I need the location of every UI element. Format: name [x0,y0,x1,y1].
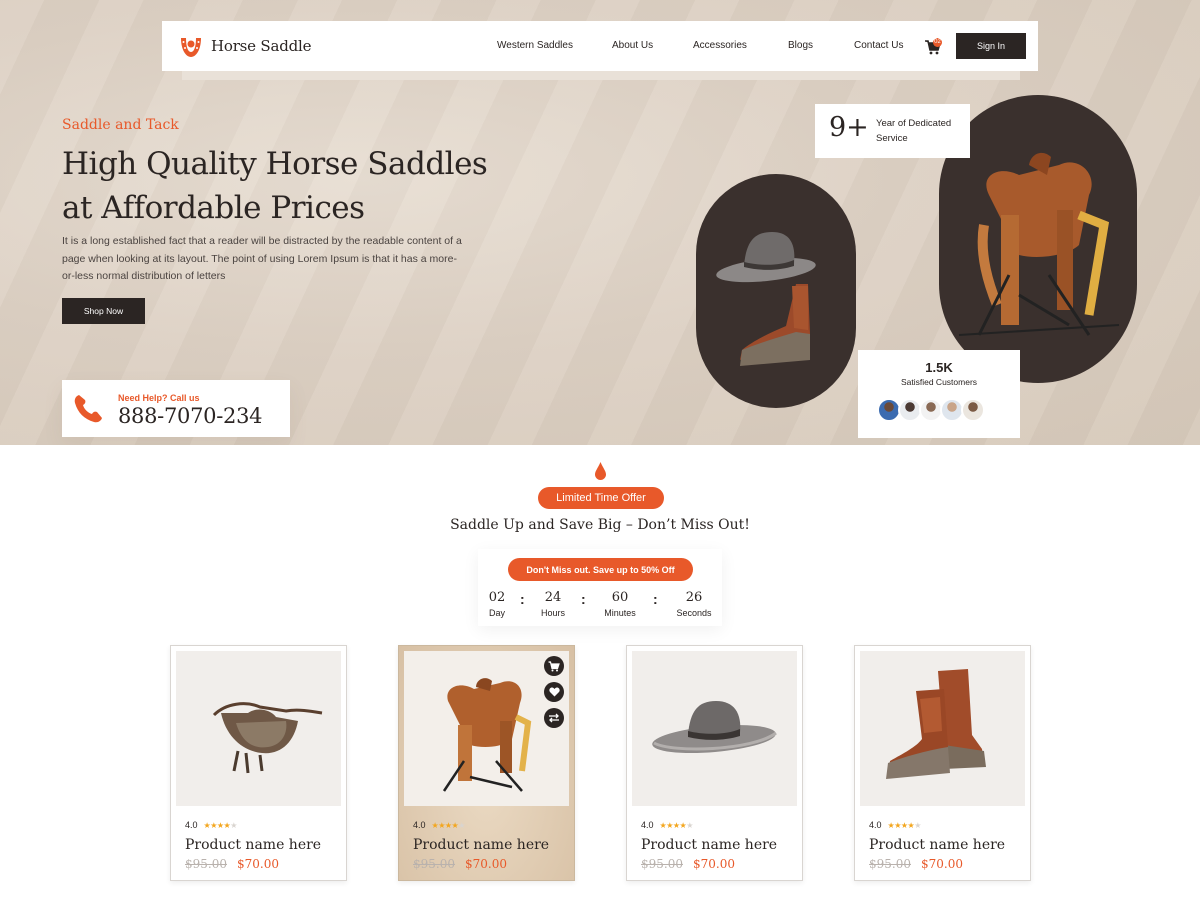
english-saddle-illustration [212,702,323,774]
product-price: $70.00 [693,857,735,871]
star-rating-icon: ★★★★★ [887,820,922,830]
nav-about-us[interactable]: About Us [612,40,693,51]
rating-value: 4.0 [869,820,882,830]
customers-card: 1.5K Satisfied Customers [858,350,1020,438]
phone-icon[interactable] [71,392,105,426]
cart-count-badge: 02 [933,38,942,47]
product-price: $70.00 [921,857,963,871]
cowboy-hat-illustration [652,701,777,754]
nav-links: Western Saddles About Us Accessories Blo… [497,40,924,51]
countdown-value: 26 [685,590,703,605]
countdown-minutes: 60 Minutes [598,590,642,618]
countdown-value: 02 [488,590,506,605]
product-image-cowboy-boots[interactable] [860,651,1025,806]
countdown-label: Day [488,608,505,618]
add-to-cart-icon[interactable] [544,656,564,676]
avatar-group [877,398,985,422]
product-name[interactable]: Product name here [869,837,1005,853]
rating-value: 4.0 [413,820,426,830]
hero-headline: High Quality Horse Saddles at Affordable… [62,142,582,230]
nav-blogs[interactable]: Blogs [788,40,854,51]
countdown-value: 60 [611,590,629,605]
countdown-separator: : [520,591,525,607]
nav-contact-us[interactable]: Contact Us [854,40,924,51]
countdown-separator: : [653,591,658,607]
logo[interactable]: Horse Saddle [177,32,312,60]
product-card[interactable]: 4.0 ★★★★★ Product name here $95.00 $70.0… [626,645,803,881]
cowboy-boots-illustration [886,669,986,779]
brand-name: Horse Saddle [211,37,312,55]
compare-icon[interactable] [544,708,564,728]
experience-text: Year of Dedicated Service [876,118,952,144]
nav-accessories[interactable]: Accessories [693,40,788,51]
discount-banner: Don't Miss out. Save up to 50% Off [508,558,693,581]
countdown-day: 02 Day [482,590,512,618]
customers-number: 1.5K [925,360,953,375]
top-navbar: Horse Saddle Western Saddles About Us Ac… [162,21,1038,71]
countdown-label: Minutes [604,608,636,618]
rating-value: 4.0 [641,820,654,830]
product-name[interactable]: Product name here [641,837,777,853]
countdown-card: Don't Miss out. Save up to 50% Off 02 Da… [478,549,722,626]
avatar [961,398,985,422]
western-saddle-illustration [442,678,532,792]
product-image-cowboy-hat[interactable] [632,651,797,806]
customers-label: Satisfied Customers [900,377,978,387]
product-image-western-saddle[interactable] [404,651,569,806]
product-rating: 4.0 ★★★★★ [869,820,921,830]
countdown-label: Seconds [676,608,712,618]
product-price: $70.00 [237,857,279,871]
product-image-english-saddle[interactable] [176,651,341,806]
experience-number: 9+ [829,112,869,143]
headline-line-2: at Affordable Prices [62,190,365,226]
product-card[interactable]: 4.0 ★★★★★ Product name here $95.00 $70.0… [170,645,347,881]
help-card: Need Help? Call us 888-7070-234 [62,380,290,437]
product-old-price: $95.00 [641,857,683,871]
countdown-label: Hours [540,608,565,618]
product-name[interactable]: Product name here [185,837,321,853]
offer-title: Saddle Up and Save Big – Don’t Miss Out! [450,517,750,533]
help-label: Need Help? Call us [118,393,200,403]
countdown-separator: : [581,591,586,607]
phone-number[interactable]: 888-7070-234 [118,404,263,428]
countdown-hours: 24 Hours [536,590,570,618]
product-rating: 4.0 ★★★★★ [185,820,237,830]
sign-in-button[interactable]: Sign In [956,33,1026,59]
countdown-value: 24 [544,590,562,605]
hero-description: It is a long established fact that a rea… [62,235,462,282]
product-price: $70.00 [465,857,507,871]
star-rating-icon: ★★★★★ [659,820,694,830]
shop-now-button[interactable]: Shop Now [62,298,145,324]
product-name[interactable]: Product name here [413,837,549,853]
product-card[interactable]: 4.0 ★★★★★ Product name here $95.00 $70.0… [398,645,575,881]
product-old-price: $95.00 [869,857,911,871]
hat-boots-image [696,174,856,408]
rating-value: 4.0 [185,820,198,830]
star-rating-icon: ★★★★★ [203,820,238,830]
experience-card: 9+ Year of Dedicated Service [815,104,970,158]
hero-section: Horse Saddle Western Saddles About Us Ac… [0,0,1200,445]
product-old-price: $95.00 [185,857,227,871]
star-rating-icon: ★★★★★ [431,820,466,830]
horseshoe-logo-icon [181,38,201,57]
nav-western-saddles[interactable]: Western Saddles [497,40,612,51]
countdown-seconds: 26 Seconds [672,590,716,618]
headline-line-1: High Quality Horse Saddles [62,146,488,182]
product-rating: 4.0 ★★★★★ [641,820,693,830]
product-rating: 4.0 ★★★★★ [413,820,465,830]
product-card[interactable]: 4.0 ★★★★★ Product name here $95.00 $70.0… [854,645,1031,881]
drop-icon [595,462,606,480]
heart-icon[interactable] [544,682,564,702]
limited-offer-tag: Limited Time Offer [538,487,664,509]
product-old-price: $95.00 [413,857,455,871]
hero-eyebrow: Saddle and Tack [62,117,179,133]
hat-boots-illustration [716,232,816,366]
